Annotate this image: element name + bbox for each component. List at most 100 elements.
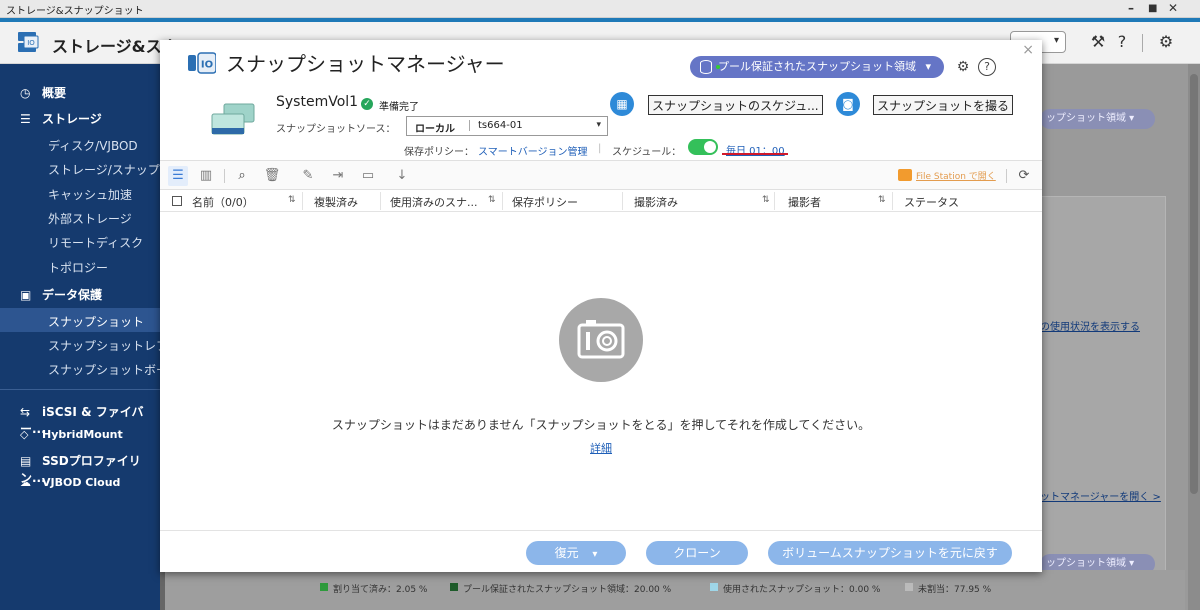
close-icon[interactable]: × <box>1022 42 1034 58</box>
sidebar-item-snapshot[interactable]: スナップショット <box>48 313 144 330</box>
restore-button[interactable]: 復元 ▾ <box>526 541 626 565</box>
volume-icon <box>211 103 255 135</box>
sidebar-item-topology[interactable]: トポロジー <box>48 259 108 276</box>
sort-icon[interactable]: ⇅ <box>288 195 296 205</box>
shield-icon: ▣ <box>20 288 32 302</box>
pool-snapshot-space-dropdown[interactable]: プール保証されたスナップショット領域 ▾ <box>690 56 944 78</box>
legend-free-swatch <box>905 583 913 591</box>
legend-allocated: 割り当て済み：2.05 % <box>333 585 428 595</box>
sort-icon[interactable]: ⇅ <box>488 195 496 205</box>
sidebar-item-cache[interactable]: キャッシュ加速 <box>48 186 132 203</box>
hybridmount-icon: ◇ <box>20 428 29 441</box>
iscsi-icon: ⇆ <box>20 405 31 419</box>
folder-icon[interactable]: ▭ <box>358 166 378 186</box>
sidebar-section-hybridmount[interactable]: ◇ HybridMount <box>20 428 123 441</box>
schedule-toggle[interactable] <box>688 139 718 155</box>
minimize-button[interactable]: – <box>1128 1 1134 15</box>
details-link-text[interactable]: 詳細 <box>590 442 612 455</box>
policy-link[interactable]: スマートバージョン管理 <box>478 143 588 158</box>
ssd-icon: ▤ <box>20 454 32 468</box>
sidebar-item-disks[interactable]: ディスク/VJBOD <box>48 137 138 154</box>
legend-pool-swatch <box>450 583 458 591</box>
select-all-checkbox[interactable] <box>172 196 182 206</box>
legend-used-swatch <box>710 583 718 591</box>
clone-button[interactable]: クローン <box>646 541 748 565</box>
sidebar-section-overview[interactable]: ◷ 概要 <box>20 84 66 101</box>
list-view-icon[interactable]: ☰ <box>168 166 188 186</box>
chevron-down-icon: ▾ <box>925 60 932 73</box>
header-divider <box>1142 34 1143 52</box>
calendar-icon[interactable]: ▦ <box>610 92 634 116</box>
delete-icon[interactable]: 🗑 <box>262 166 282 186</box>
column-name[interactable]: 名前（0/0） <box>192 194 254 210</box>
empty-snapshot-illustration <box>559 298 643 382</box>
database-icon: ☰ <box>20 112 31 126</box>
snapshot-source-select[interactable]: ローカル ts664-01 ▾ <box>406 116 608 136</box>
gear-icon[interactable]: ⚙ <box>954 58 972 76</box>
bg-usage-box <box>1040 196 1166 610</box>
file-station-link[interactable]: File Station で開く <box>916 169 996 182</box>
legend-pool: プール保証されたスナップショット領域：20.00 % <box>463 585 672 595</box>
timeline-view-icon[interactable]: ▥ <box>196 166 216 186</box>
edit-icon[interactable]: ✎ <box>298 166 318 186</box>
download-icon[interactable]: ↓ <box>392 166 412 186</box>
snapshot-table-header: 名前（0/0） ⇅ 複製済み 使用済みのスナ... ⇅ 保存ポリシー 撮影済み … <box>160 190 1042 212</box>
take-snapshot-icon[interactable]: ◙ <box>836 92 860 116</box>
check-icon: ✓ <box>361 98 373 110</box>
bg-snapshot-pill-top[interactable]: ップショット領域 ▾ <box>1040 109 1155 129</box>
bg-usage-link[interactable]: の使用状況を表示する <box>1040 318 1140 333</box>
source-location: ローカル <box>415 124 455 135</box>
close-window-button[interactable]: ✕ <box>1168 1 1178 15</box>
sidebar-section-protection[interactable]: ▣ データ保護 <box>20 286 102 303</box>
column-taken-by[interactable]: 撮影者 <box>788 194 821 210</box>
chevron-down-icon: ▾ <box>1053 35 1059 46</box>
background-content: ップショット領域 ▾ の使用状況を表示する ットマネージャーを開く > ップショ… <box>1040 64 1200 610</box>
export-icon[interactable]: ⇥ <box>328 166 348 186</box>
maximize-button[interactable]: ■ <box>1148 3 1157 14</box>
snapshot-toolbar: ☰ ▥ ⌕ 🗑 ✎ ⇥ ▭ ↓ File Station で開く ⟳ <box>160 160 1042 190</box>
bg-manager-link[interactable]: ットマネージャーを開く > <box>1040 488 1161 503</box>
help-icon[interactable]: ? <box>1112 32 1132 52</box>
column-policy[interactable]: 保存ポリシー <box>512 194 578 210</box>
schedule-label: スケジュール： <box>612 147 682 158</box>
debug-icon[interactable]: ⚒ <box>1088 32 1108 52</box>
app-title: ストレージ&スナ <box>52 37 178 56</box>
column-separator <box>302 192 303 210</box>
column-status[interactable]: ステータス <box>904 194 959 210</box>
schedule-snapshot-button[interactable]: スナップショットのスケジュ... <box>648 95 823 115</box>
gear-icon[interactable]: ⚙ <box>1156 32 1176 52</box>
sort-icon[interactable]: ⇅ <box>878 195 886 205</box>
column-replicated[interactable]: 複製済み <box>314 194 358 210</box>
column-separator <box>622 192 623 210</box>
details-link: 詳細 <box>160 440 1042 456</box>
column-separator <box>892 192 893 210</box>
take-snapshot-button[interactable]: スナップショットを撮る <box>873 95 1014 115</box>
empty-state-message: スナップショットはまだありません「スナップショットをとる」を押してそれを作成して… <box>331 418 871 432</box>
sidebar-item-external[interactable]: 外部ストレージ <box>48 210 132 227</box>
sidebar-section-storage[interactable]: ☰ ストレージ <box>20 110 102 127</box>
dialog-footer: 復元 ▾ クローン ボリュームスナップショットを元に戻す <box>160 530 1042 572</box>
column-separator <box>774 192 775 210</box>
sidebar: ◷ 概要 ☰ ストレージ ディスク/VJBOD ストレージ/スナップショ キャッシュ… <box>0 64 184 610</box>
sidebar-section-vjbod-cloud[interactable]: ☁ VJBOD Cloud <box>20 476 120 489</box>
help-icon[interactable]: ? <box>978 58 996 76</box>
sort-icon[interactable]: ⇅ <box>762 195 770 205</box>
legend-used: 使用されたスナップショット：0.00 % <box>723 585 881 595</box>
source-device: ts664-01 <box>469 120 523 131</box>
refresh-icon[interactable]: ⟳ <box>1014 166 1034 186</box>
sidebar-item-remote-disk[interactable]: リモートディスク <box>48 234 143 251</box>
snapshot-manager-dialog: IO スナップショットマネージャー × プール保証されたスナップショット領域 ▾… <box>160 40 1042 572</box>
chevron-down-icon: ▾ <box>592 549 598 560</box>
search-icon[interactable]: ⌕ <box>232 166 252 186</box>
dialog-title: スナップショットマネージャー <box>226 52 505 76</box>
legend-free: 未割当：77.95 % <box>918 585 992 595</box>
scrollbar-thumb[interactable] <box>1190 74 1198 494</box>
svg-text:IO: IO <box>201 60 213 71</box>
column-taken[interactable]: 撮影済み <box>634 194 678 210</box>
policy-label: 保存ポリシー： <box>404 147 474 158</box>
page-scrollbar[interactable] <box>1188 64 1200 610</box>
column-used[interactable]: 使用済みのスナ... <box>390 194 478 210</box>
revert-volume-snapshot-button[interactable]: ボリュームスナップショットを元に戻す <box>768 541 1012 565</box>
database-icon <box>700 60 712 74</box>
status-dot-icon <box>716 65 720 69</box>
